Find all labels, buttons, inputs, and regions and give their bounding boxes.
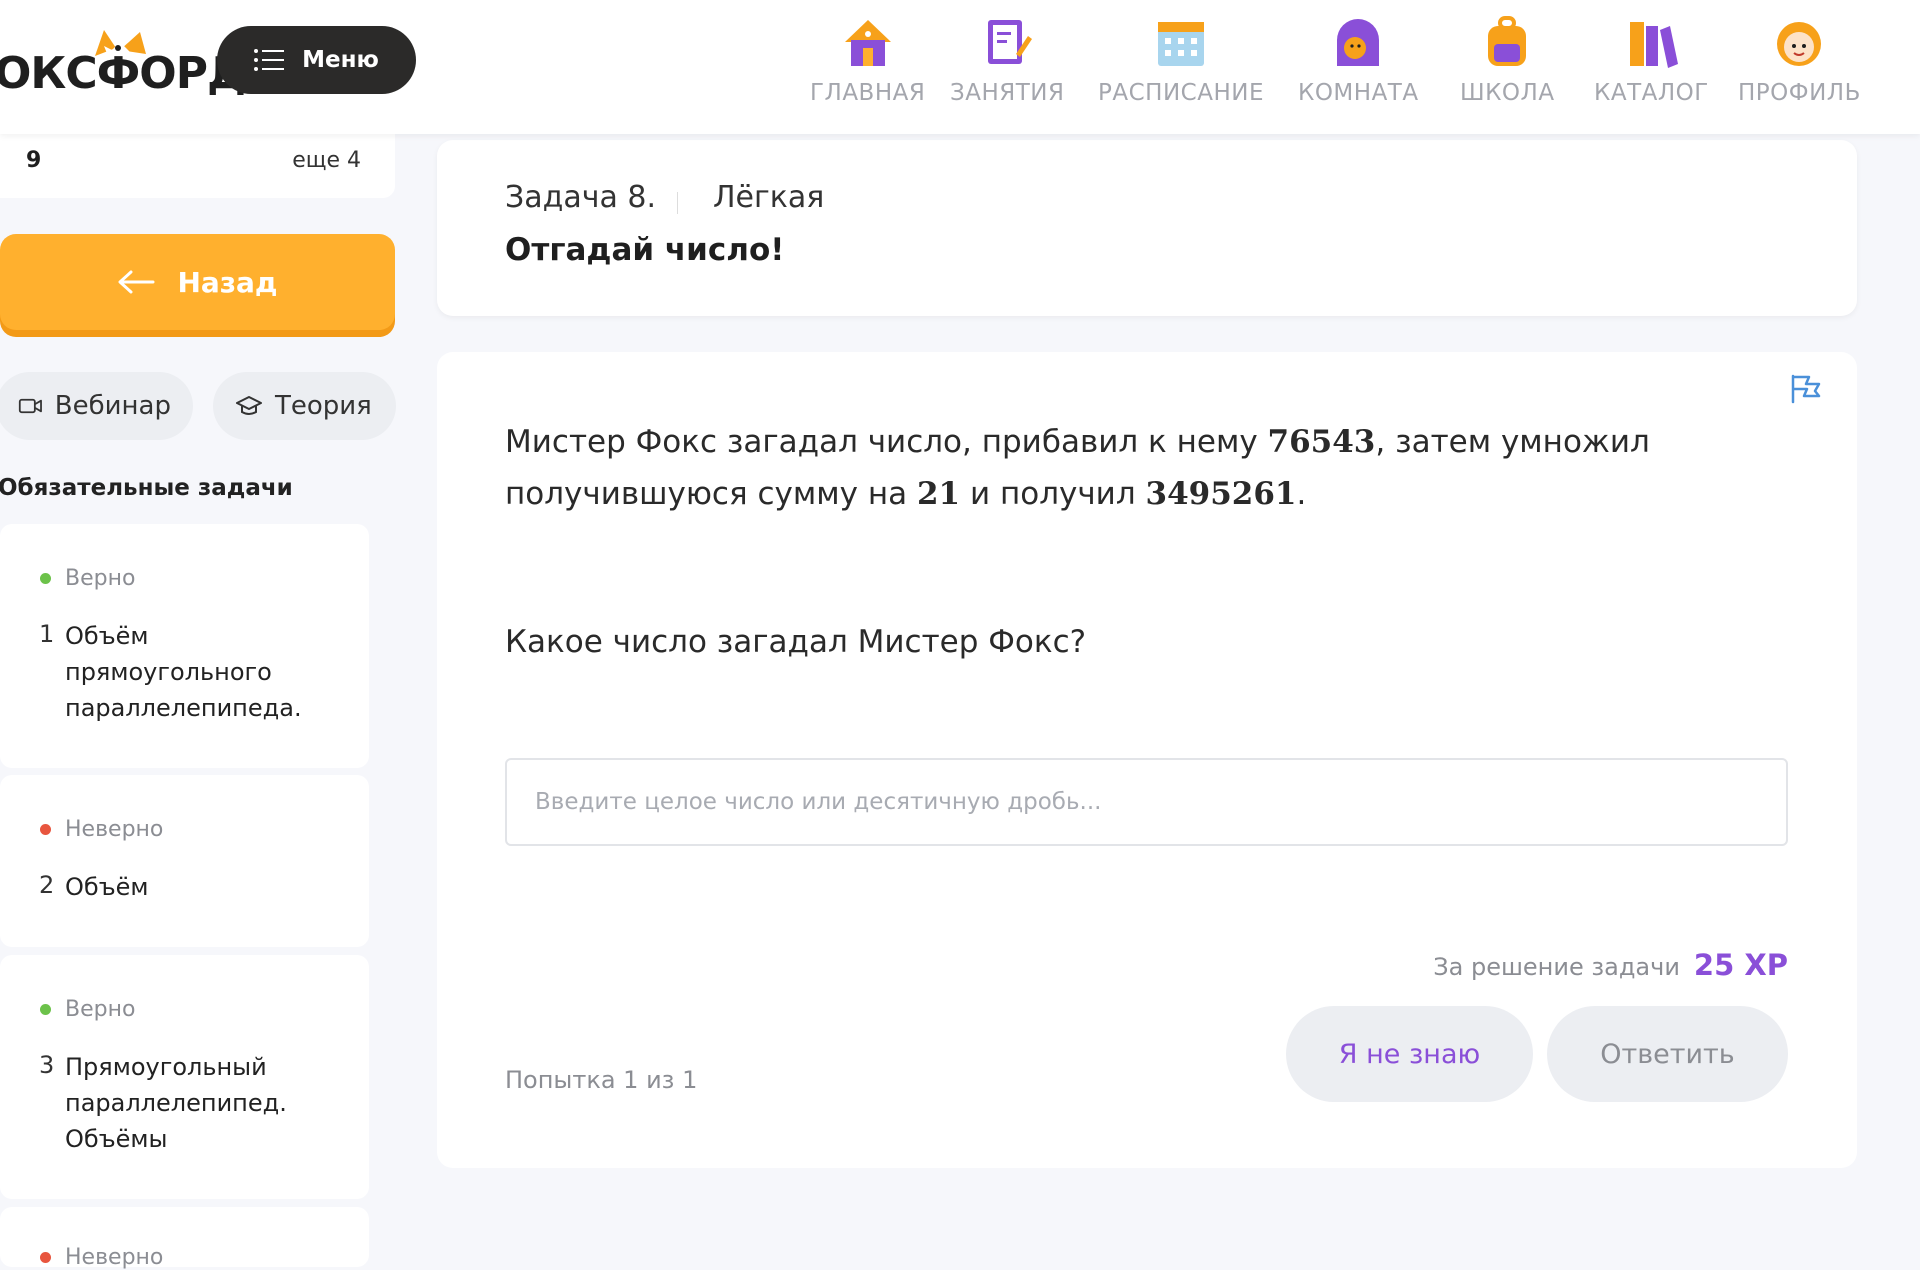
notebook-icon [988,20,1033,64]
nav-label: РАСПИСАНИЕ [1098,80,1264,106]
logo-text: ОКСФОРД [0,48,246,99]
problem-card: Мистер Фокс загадал число, прибавил к не… [437,352,1857,1168]
nav-label: ЗАНЯТИЯ [950,80,1065,106]
top-header: ОКСФОРД Меню ГЛАВНАЯ ЗАНЯТИЯ РАСПИСАНИЕ … [0,0,1920,134]
status-label: Верно [65,997,136,1022]
status-label: Верно [65,566,136,591]
nav-item-catalog[interactable]: КАТАЛОГ [1594,16,1709,126]
submit-label: Ответить [1600,1038,1735,1070]
nav-label: КОМНАТА [1298,80,1419,106]
task-status: Неверно [40,1245,163,1270]
nav-item-schedule[interactable]: РАСПИСАНИЕ [1098,16,1264,126]
theory-button[interactable]: Теория [213,372,396,440]
reward-label: За решение задачи [1433,953,1680,981]
task-list-item[interactable]: Неверно 2 Объём [0,775,369,947]
nav-label: КАТАЛОГ [1594,80,1709,106]
task-number: 3 [39,1051,55,1079]
webinar-label: Вебинар [54,391,171,421]
status-dot-wrong [40,824,51,835]
task-header-card: Задача 8. Лёгкая Отгадай число! [437,140,1857,316]
task-title: Объём [65,873,149,901]
answer-input[interactable] [505,758,1788,846]
menu-button[interactable]: Меню [217,26,416,94]
question-text: Какое число загадал Мистер Фокс? [505,624,1087,660]
status-label: Неверно [65,817,164,842]
task-status: Неверно [40,817,163,842]
video-camera-icon [18,398,42,414]
back-label: Назад [177,265,278,299]
task-list-item[interactable]: Верно 3 Прямоугольный параллелепипед. Об… [0,955,369,1199]
task-title: Объём прямоугольного параллелепипеда. [65,622,302,722]
task-number-label: Задача 8. [505,180,657,215]
task-title: Прямоугольный параллелепипед. Объёмы [65,1053,287,1153]
status-dot-correct [40,1004,51,1015]
avatar-icon [1777,22,1822,66]
nav-item-profile[interactable]: ПРОФИЛЬ [1738,16,1861,126]
theory-label: Теория [275,391,372,421]
backpack-icon [1488,16,1527,66]
progress-stat-card: 9 еще 4 [0,134,395,198]
menu-label: Меню [302,47,379,73]
problem-statement: Мистер Фокс загадал число, прибавил к не… [505,416,1805,520]
list-icon [254,49,285,71]
nav-label: ШКОЛА [1460,80,1555,106]
oxford-logo[interactable]: ОКСФОРД [0,30,246,99]
webinar-button[interactable]: Вебинар [0,372,193,440]
task-status: Верно [40,566,135,591]
house-icon [844,20,891,66]
back-button[interactable]: Назад [0,234,395,330]
flag-icon[interactable] [1789,374,1823,404]
problem-number: 21 [916,476,961,512]
graduation-cap-icon [236,396,262,415]
reward-info: За решение задачи 25 XP [1433,948,1788,982]
nav-item-lessons[interactable]: ЗАНЯТИЯ [950,16,1065,126]
problem-number: 3495261 [1145,476,1297,512]
divider [677,192,678,214]
task-list-item[interactable]: Неверно [0,1207,369,1270]
status-dot-wrong [40,1252,51,1263]
task-number: 1 [39,620,55,648]
problem-text-part: Мистер Фокс загадал число, прибавил к не… [505,424,1268,460]
task-list-item[interactable]: Верно 1 Объём прямоугольного параллелепи… [0,524,369,768]
dont-know-label: Я не знаю [1338,1038,1481,1070]
nav-label: ГЛАВНАЯ [810,80,926,106]
attempts-counter: Попытка 1 из 1 [505,1066,698,1094]
reward-xp: 25 XP [1693,948,1788,982]
problem-text-part: и получил [960,476,1146,512]
books-icon [1630,22,1679,68]
stat-count: 9 [26,148,42,173]
stat-remaining: еще 4 [292,148,361,173]
status-label: Неверно [65,1245,164,1270]
calendar-icon [1158,22,1204,66]
room-door-icon [1337,19,1380,66]
nav-item-main[interactable]: ГЛАВНАЯ [810,16,925,126]
required-tasks-heading: Обязательные задачи [0,475,293,501]
problem-text-part: . [1296,476,1307,512]
task-title: Отгадай число! [505,232,785,268]
task-status: Верно [40,997,135,1022]
nav-item-room[interactable]: КОМНАТА [1298,16,1419,126]
arrow-left-icon [118,270,155,294]
difficulty-label: Лёгкая [713,180,825,215]
task-number: 2 [39,871,55,899]
status-dot-correct [40,573,51,584]
nav-item-school[interactable]: ШКОЛА [1460,16,1555,126]
dont-know-button[interactable]: Я не знаю [1286,1006,1533,1102]
submit-answer-button[interactable]: Ответить [1547,1006,1788,1102]
problem-number: 76543 [1267,424,1376,460]
nav-label: ПРОФИЛЬ [1738,80,1861,106]
